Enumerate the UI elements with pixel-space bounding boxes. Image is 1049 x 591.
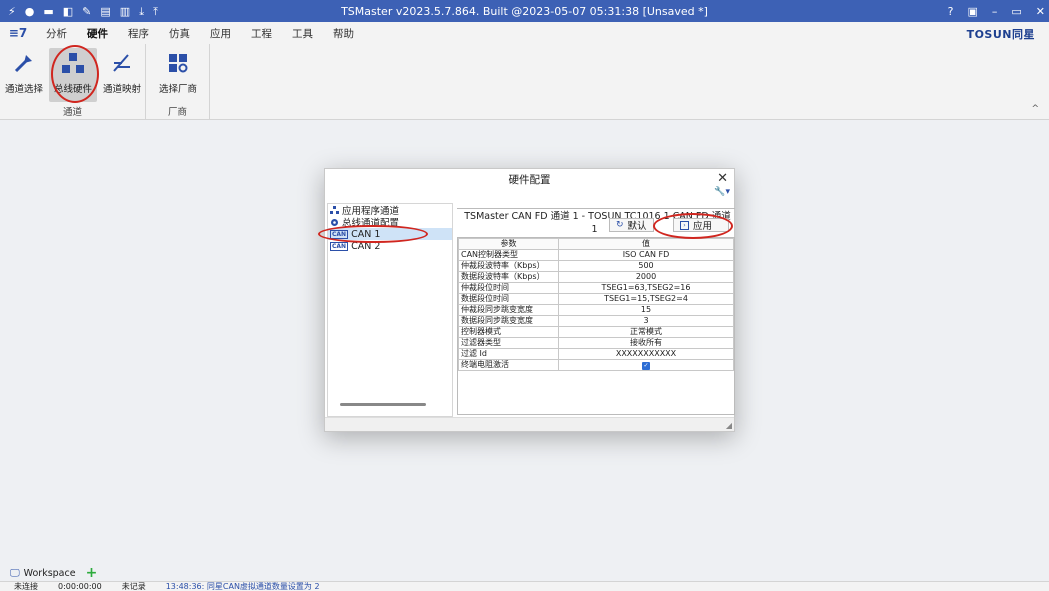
menu-help[interactable]: 帮助 xyxy=(323,26,364,41)
default-button[interactable]: ↻ 默认 xyxy=(609,218,654,232)
close-icon[interactable]: ✕ xyxy=(1036,5,1045,18)
resize-grip-icon[interactable]: ◢ xyxy=(726,421,732,430)
layout-icon[interactable]: ◧ xyxy=(63,6,73,17)
menu-application[interactable]: 应用 xyxy=(200,26,241,41)
help-icon[interactable]: ? xyxy=(948,5,954,18)
collapse-ribbon-icon[interactable]: ^ xyxy=(1031,104,1039,114)
elapsed-time: 0:00:00:00 xyxy=(58,582,102,591)
ribbon: 通道选择 总线硬件 通道映射 通道 选择厂商 厂商 ^ xyxy=(0,44,1049,120)
table-row[interactable]: 数据段位时间 TSEG1=15,TSEG2=4 xyxy=(458,293,734,305)
bus-config-icon xyxy=(331,218,338,226)
title-bar: ⚡ ● ▬ ◧ ✎ ▤ ▥ ⤓ ⤒ TSMaster v2023.5.7.864… xyxy=(0,0,1049,22)
window-controls: ? ▣ – ▭ ✕ xyxy=(948,0,1045,22)
group-box: TSMaster CAN FD 通道 1 - TOSUN TC1016 1 CA… xyxy=(457,208,735,235)
wrench-icon[interactable]: 🔧▾ xyxy=(714,187,730,197)
tree-item-can2[interactable]: CAN CAN 2 xyxy=(328,240,452,252)
record-icon[interactable]: ● xyxy=(25,6,35,17)
app-channel-icon xyxy=(330,205,339,214)
channel-tree: 应用程序通道 总线通道配置 CAN CAN 1 CAN CAN 2 xyxy=(327,203,453,417)
table-row[interactable]: CAN控制器类型 ISO CAN FD xyxy=(458,249,734,261)
termination-checkbox[interactable]: ✓ xyxy=(642,362,650,370)
channel-select-button[interactable]: 通道选择 xyxy=(0,48,48,102)
channel-mapping-icon xyxy=(98,48,146,78)
grid-header-param: 参数 xyxy=(458,238,559,250)
channel-settings-panel: TSMaster CAN FD 通道 1 - TOSUN TC1016 1 CA… xyxy=(457,203,735,417)
ribbon-group-label-vendor: 厂商 xyxy=(167,107,187,118)
table-alt-icon[interactable]: ▥ xyxy=(120,6,130,17)
menu-simulation[interactable]: 仿真 xyxy=(159,26,200,41)
apply-icon: › xyxy=(680,220,689,230)
restore-layout-icon[interactable]: ▣ xyxy=(967,5,977,18)
ribbon-group-label-channel: 通道 xyxy=(62,107,82,118)
tree-item-app-channels[interactable]: 应用程序通道 xyxy=(328,204,452,216)
menu-analysis[interactable]: 分析 xyxy=(36,26,77,41)
edit-icon[interactable]: ✎ xyxy=(82,6,91,17)
minimize-icon[interactable]: – xyxy=(992,5,998,18)
apply-button[interactable]: › 应用 xyxy=(673,218,729,232)
connection-status: 未连接 xyxy=(14,582,38,591)
table-row[interactable]: 控制器模式 正常模式 xyxy=(458,326,734,338)
quick-access-toolbar: ⚡ ● ▬ ◧ ✎ ▤ ▥ ⤓ ⤒ xyxy=(0,0,158,22)
tree-item-bus-config[interactable]: 总线通道配置 xyxy=(328,216,452,228)
dialog-close-icon[interactable]: ✕ xyxy=(717,171,728,186)
workspace-tab[interactable]: Workspace xyxy=(24,568,76,579)
table-row[interactable]: 过滤 Id XXXXXXXXXXX xyxy=(458,348,734,360)
table-row[interactable]: 仲裁段同步跳变宽度 15 xyxy=(458,304,734,316)
refresh-icon: ↻ xyxy=(616,220,624,230)
menu-tools[interactable]: 工具 xyxy=(282,26,323,41)
table-row[interactable]: 数据段波特率（Kbps） 2000 xyxy=(458,271,734,283)
parameter-grid: 参数 值 CAN控制器类型 ISO CAN FD 仲裁段波特率（Kbps） 500 … xyxy=(457,237,735,415)
select-vendor-icon xyxy=(154,48,202,78)
upload-icon[interactable]: ⤒ xyxy=(153,6,158,17)
ribbon-group-vendor: 选择厂商 厂商 xyxy=(146,44,210,120)
menu-project[interactable]: 工程 xyxy=(241,26,282,41)
hardware-config-dialog: 硬件配置 ✕ 🔧▾ 应用程序通道 总线通道配置 CAN CAN 1 CAN CA… xyxy=(324,168,735,432)
table-row[interactable]: 仲裁段位时间 TSEG1=63,TSEG2=16 xyxy=(458,282,734,294)
can-tag-icon: CAN xyxy=(330,241,349,251)
table-row[interactable]: 终端电阻激活 ✓ xyxy=(458,359,734,371)
maximize-icon[interactable]: ▭ xyxy=(1011,5,1021,18)
monitor-icon: 🖵 xyxy=(10,567,20,579)
table-icon[interactable]: ▤ xyxy=(100,6,110,17)
tree-item-can1[interactable]: CAN CAN 1 xyxy=(328,228,452,240)
can-tag-icon: CAN xyxy=(330,229,349,239)
select-vendor-button[interactable]: 选择厂商 xyxy=(154,48,202,102)
app-logo-icon[interactable]: ≡7 xyxy=(0,26,36,40)
dialog-title: 硬件配置 xyxy=(508,174,551,186)
bus-hardware-button[interactable]: 总线硬件 xyxy=(49,48,97,102)
ribbon-group-channel: 通道选择 总线硬件 通道映射 通道 xyxy=(0,44,146,120)
bus-hardware-icon xyxy=(49,48,97,78)
menu-hardware[interactable]: 硬件 xyxy=(77,26,118,41)
add-workspace-icon[interactable]: + xyxy=(86,565,98,581)
record-status: 未记录 xyxy=(121,582,146,591)
table-row[interactable]: 仲裁段波特率（Kbps） 500 xyxy=(458,260,734,272)
status-bar: 未连接 0:00:00:00 未记录 13:48:36: 同星CAN虚拟通道数量… xyxy=(0,581,1049,591)
dialog-status-bar: ◢ xyxy=(325,417,734,431)
tree-horizontal-scrollbar[interactable] xyxy=(340,403,426,406)
brand-logo: TOSUN同星 xyxy=(966,28,1035,41)
grid-header-value: 值 xyxy=(558,238,734,250)
status-message: 13:48:36: 同星CAN虚拟通道数量设置为 2 xyxy=(165,582,320,591)
channel-select-icon xyxy=(0,48,48,78)
table-row[interactable]: 数据段同步跳变宽度 3 xyxy=(458,315,734,327)
workspace-tab-bar: 🖵 Workspace + xyxy=(0,565,1049,581)
panel-icon[interactable]: ▬ xyxy=(43,6,53,17)
table-row[interactable]: 过滤器类型 接收所有 xyxy=(458,337,734,349)
lightning-icon[interactable]: ⚡ xyxy=(8,6,16,17)
channel-mapping-button[interactable]: 通道映射 xyxy=(98,48,146,102)
download-icon[interactable]: ⤓ xyxy=(139,6,144,17)
menu-bar: ≡7 分析 硬件 程序 仿真 应用 工程 工具 帮助 TOSUN同星 xyxy=(0,22,1049,44)
menu-program[interactable]: 程序 xyxy=(118,26,159,41)
grid-header-row: 参数 值 xyxy=(458,238,734,250)
